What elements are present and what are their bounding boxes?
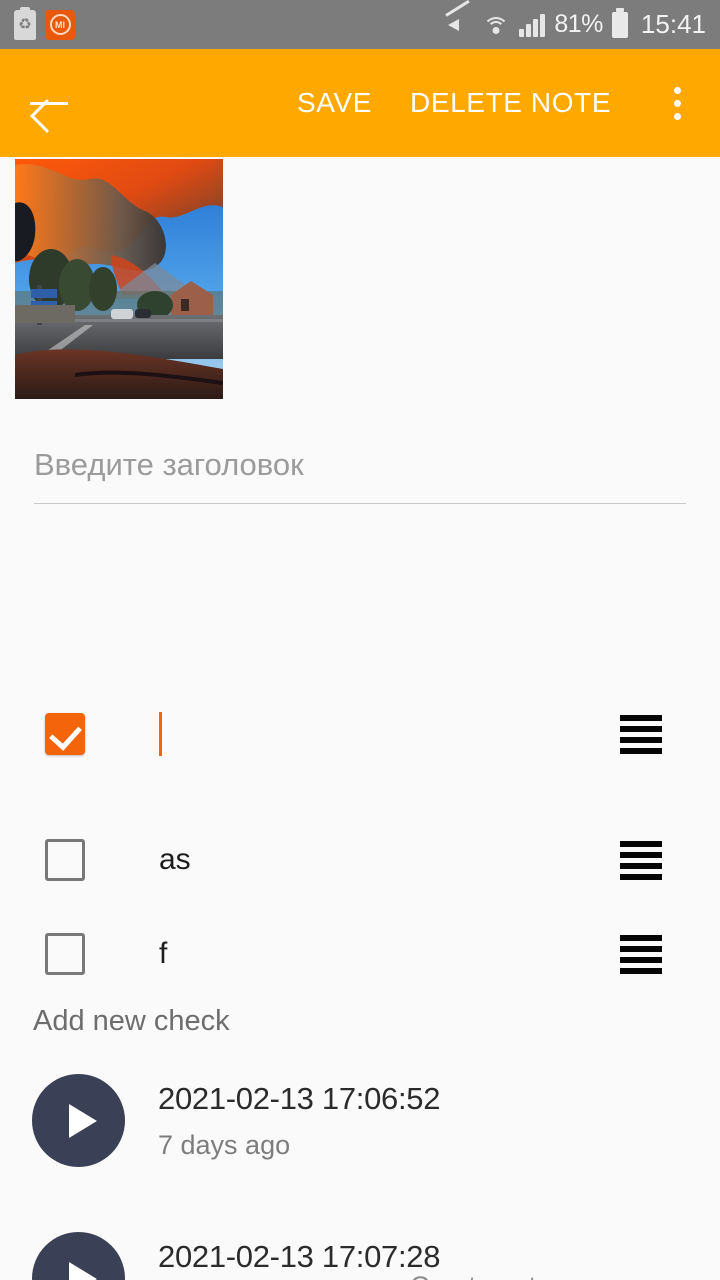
app-bar-right <box>654 80 700 126</box>
checklist-item-text[interactable] <box>159 712 620 756</box>
status-bar-left-icons: ♻ MI <box>14 6 75 40</box>
note-title-underline <box>34 503 686 504</box>
audio-item-meta: 2021-02-13 17:06:52 7 days ago <box>158 1081 440 1161</box>
wifi-icon <box>482 13 510 37</box>
checklist-item[interactable]: f <box>0 919 720 989</box>
checklist-item-label: f <box>159 937 168 970</box>
checklist-item-text[interactable]: f <box>159 937 620 971</box>
drag-handle-icon[interactable] <box>620 714 662 754</box>
checkbox-checked-icon[interactable] <box>45 713 85 755</box>
app-bar: SAVE DELETE NOTE <box>0 49 720 157</box>
note-title-field[interactable]: Введите заголовок <box>34 447 686 504</box>
audio-item-relative-time: 7 days ago <box>158 1129 291 1160</box>
signal-icon <box>519 13 546 37</box>
checkbox-unchecked-icon[interactable] <box>45 839 85 881</box>
recycle-battery-icon: ♻ <box>14 6 36 40</box>
audio-item-date: 2021-02-13 17:07:28 <box>158 1238 441 1274</box>
add-new-check-button[interactable]: Add new check <box>33 1005 230 1038</box>
play-icon[interactable] <box>32 1074 125 1167</box>
delete-note-button[interactable]: DELETE NOTE <box>410 87 611 119</box>
battery-percent-label: 81% <box>554 10 603 38</box>
checklist-item-text[interactable]: as <box>159 843 620 877</box>
audio-item-meta: 2021-02-13 17:07:28 7 days ago <box>158 1239 440 1280</box>
status-bar: ♻ MI 81% 15:41 <box>0 0 720 49</box>
mi-logo-icon: MI <box>45 9 75 40</box>
play-icon[interactable] <box>32 1232 125 1280</box>
volcano-eruption-photo <box>15 159 223 399</box>
kebab-menu-icon[interactable] <box>654 80 700 126</box>
mute-icon <box>445 0 473 39</box>
drag-handle-icon[interactable] <box>620 934 662 974</box>
mi-logo-label: MI <box>49 14 71 35</box>
text-cursor <box>159 712 162 756</box>
checklist-item[interactable]: as <box>0 825 720 895</box>
drag-handle-icon[interactable] <box>620 840 662 880</box>
audio-item[interactable]: 2021-02-13 17:06:52 7 days ago <box>0 1074 720 1167</box>
checklist-item[interactable] <box>0 699 720 769</box>
create-notes-label: Create notes: <box>410 1270 661 1280</box>
attachment-thumbnail[interactable] <box>15 159 223 399</box>
checkbox-unchecked-icon[interactable] <box>45 933 85 975</box>
battery-icon <box>611 7 628 38</box>
audio-item-date: 2021-02-13 17:06:52 <box>158 1080 441 1116</box>
status-bar-right-icons: 81% 15:41 <box>445 0 706 40</box>
note-title-placeholder[interactable]: Введите заголовок <box>34 447 686 503</box>
back-arrow-icon[interactable] <box>26 80 72 126</box>
notes-metadata: Create notes: 2021-02-13 17:07:13 Update… <box>410 1270 661 1280</box>
checklist-item-label: as <box>159 843 191 876</box>
save-button[interactable]: SAVE <box>297 87 372 119</box>
note-content: Введите заголовок as f Add new check 202… <box>0 157 720 1280</box>
clock-label: 15:41 <box>640 9 706 39</box>
